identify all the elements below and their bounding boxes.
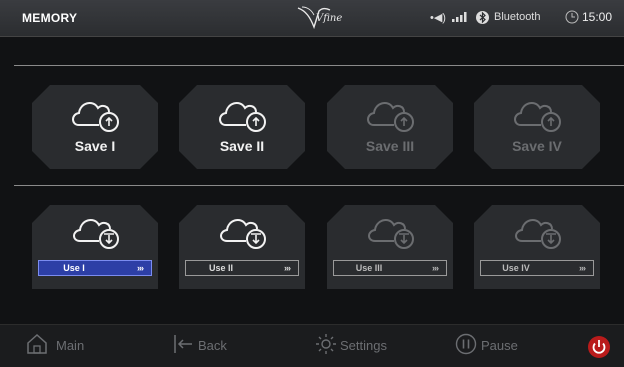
chevrons-right-icon: ››› (137, 263, 144, 273)
save-slot-label: Save III (365, 138, 415, 154)
cloud-upload-icon (367, 101, 414, 132)
use-slot-bar: Use II ››› (185, 260, 299, 276)
save-slot-label: Save I (74, 138, 116, 154)
use-slot-bar: Use III ››› (333, 260, 447, 276)
brand-logo-text: Vfine (316, 13, 343, 24)
nav-main-button[interactable]: Main (56, 338, 84, 353)
save-slot-label: Save IV (512, 138, 562, 154)
divider (14, 185, 624, 186)
cloud-upload-icon (72, 101, 119, 132)
nav-pause-button[interactable]: Pause (481, 338, 518, 353)
chevrons-right-icon: ››› (284, 263, 291, 273)
bluetooth-icon (476, 11, 489, 24)
use-slot-4-button[interactable]: Use IV ››› (474, 205, 600, 289)
clock-icon (565, 10, 579, 24)
signal-bars-icon (452, 12, 467, 22)
cloud-download-icon (73, 218, 119, 249)
back-arrow-icon[interactable] (170, 333, 192, 355)
power-icon (592, 340, 606, 354)
settings-gear-icon[interactable] (315, 333, 337, 355)
use-slot-label: Use IV (502, 263, 530, 273)
pause-icon[interactable] (455, 333, 477, 355)
save-slot-2-button[interactable]: Save II (179, 85, 305, 169)
cloud-upload-icon (219, 101, 266, 132)
save-slot-1-button[interactable]: Save I (32, 85, 158, 169)
cloud-download-icon (515, 218, 561, 249)
use-slot-bar: Use I ››› (38, 260, 152, 276)
divider (14, 65, 624, 66)
status-bar: MEMORY Vfine •◀) Bluetooth 15:00 (0, 0, 624, 37)
chevrons-right-icon: ››› (579, 263, 586, 273)
save-slot-4-button[interactable]: Save IV (474, 85, 600, 169)
cloud-download-icon (368, 218, 414, 249)
use-slot-2-button[interactable]: Use II ››› (179, 205, 305, 289)
page-title: MEMORY (22, 11, 78, 25)
use-slot-label: Use I (63, 263, 85, 273)
use-slot-label: Use II (208, 263, 233, 273)
clock: 15:00 (582, 10, 613, 24)
volume-icon: •◀) (430, 12, 446, 24)
use-slot-bar: Use IV ››› (480, 260, 594, 276)
home-icon[interactable] (26, 333, 48, 355)
cloud-upload-icon (514, 101, 561, 132)
chevrons-right-icon: ››› (432, 263, 439, 273)
nav-back-button[interactable]: Back (198, 338, 227, 353)
cloud-download-icon (220, 218, 266, 249)
use-slot-1-button[interactable]: Use I ››› (32, 205, 158, 289)
use-slot-label: Use III (355, 263, 383, 273)
nav-settings-button[interactable]: Settings (340, 338, 387, 353)
bottom-nav (0, 324, 624, 367)
bluetooth-label: Bluetooth (494, 11, 541, 23)
save-slot-label: Save II (219, 138, 265, 154)
power-button[interactable] (588, 336, 610, 358)
use-slot-3-button[interactable]: Use III ››› (327, 205, 453, 289)
save-slot-3-button[interactable]: Save III (327, 85, 453, 169)
